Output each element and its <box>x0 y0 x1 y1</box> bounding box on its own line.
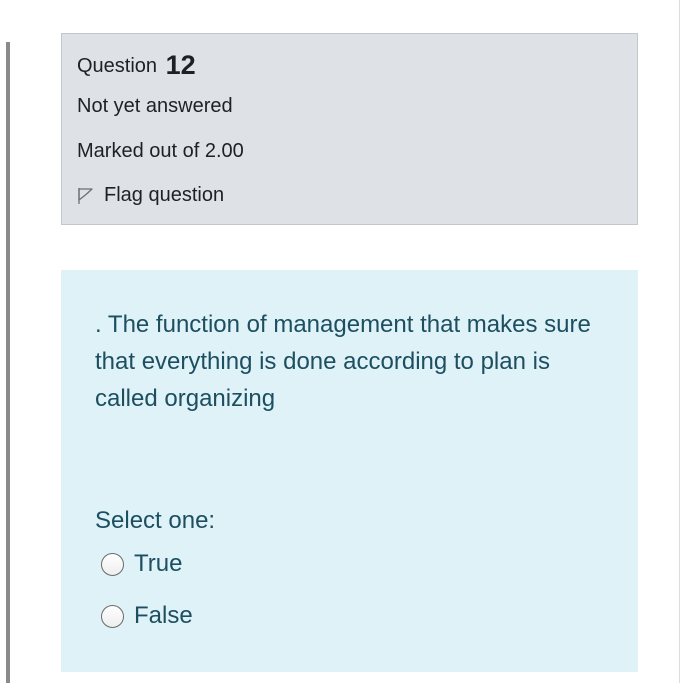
answer-option-false[interactable]: False <box>101 602 193 630</box>
radio-button-false[interactable] <box>101 604 124 628</box>
answer-option-true[interactable]: True <box>101 550 182 578</box>
question-grade: Marked out of 2.00 <box>77 140 244 162</box>
right-border-line <box>679 0 680 683</box>
answer-prompt: Select one: <box>95 507 216 534</box>
question-number-value: 12 <box>165 50 196 80</box>
quiz-page: Question 12 Not yet answered Marked out … <box>0 0 700 683</box>
question-number: Question 12 <box>77 48 196 80</box>
question-info-panel: Question 12 Not yet answered Marked out … <box>61 33 638 225</box>
question-text: . The function of management that makes … <box>95 311 591 412</box>
left-border-bar <box>6 42 10 683</box>
flag-question-link[interactable]: Flag question <box>77 184 224 207</box>
question-label: Question <box>77 55 158 77</box>
answer-option-label: False <box>134 602 193 629</box>
flag-question-label: Flag question <box>104 184 225 206</box>
question-content-panel: . The function of management that makes … <box>61 270 638 672</box>
flag-outline-icon <box>78 187 93 204</box>
radio-button-true[interactable] <box>101 552 124 576</box>
question-state: Not yet answered <box>77 95 233 117</box>
answer-option-label: True <box>134 550 183 577</box>
